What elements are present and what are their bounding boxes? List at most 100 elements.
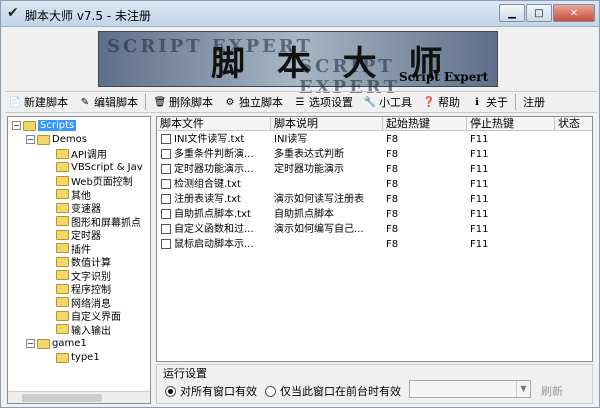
cell-stop-hotkey: F11 — [470, 164, 489, 175]
cell-start-hotkey: F8 — [386, 179, 399, 190]
script-tree[interactable]: − Scripts − Demos API调用 VBScript & Jav Web页面… — [7, 116, 151, 404]
col-script-desc[interactable]: 脚本说明 — [271, 117, 383, 131]
cell-desc: 定时器功能演示 — [274, 164, 344, 175]
tree-node-demo-item[interactable]: 图形和屏幕抓点 — [56, 215, 141, 229]
tree-node-demo-item[interactable]: 变速器 — [56, 201, 101, 215]
close-button[interactable]: ✕ — [553, 4, 595, 22]
table-row[interactable]: 检测组合键.txt F8 F11 — [157, 177, 592, 192]
folder-icon — [56, 216, 69, 226]
list-header: 脚本文件 脚本说明 起始热键 停止热键 状态 — [157, 117, 592, 131]
tree-node-game1[interactable]: − game1 — [26, 337, 87, 350]
options-icon: ☰ — [295, 96, 305, 108]
cell-desc: 演示如何读写注册表 — [274, 194, 364, 205]
row-checkbox[interactable] — [161, 134, 171, 144]
folder-icon — [56, 175, 69, 186]
tree-node-type1[interactable]: type1 — [56, 351, 100, 364]
cell-file: 鼠标启动脚本示... — [174, 239, 254, 250]
help-button[interactable]: ❓ 帮助 — [419, 92, 463, 112]
radio-all-windows[interactable]: 对所有窗口有效 — [165, 383, 257, 399]
row-checkbox[interactable] — [161, 164, 171, 174]
main-window: ✔ 脚本大师 v7.5 - 未注册 ▁ □ ✕ SCRIPT EXPERT SC… — [0, 0, 600, 408]
folder-icon — [56, 324, 69, 334]
tree-node-demo-item[interactable]: VBScript & Jav — [56, 161, 143, 174]
maximize-button[interactable]: □ — [526, 4, 552, 22]
cell-start-hotkey: F8 — [386, 149, 399, 160]
cell-stop-hotkey: F11 — [470, 179, 489, 190]
cell-desc: INI读写 — [274, 134, 308, 145]
delete-script-button[interactable]: 🗑 删除脚本 — [150, 92, 216, 112]
cell-stop-hotkey: F11 — [470, 149, 489, 160]
table-row[interactable]: 定时器功能演示... 定时器功能演示 F8 F11 — [157, 162, 592, 177]
tree-node-demo-item[interactable]: 程序控制 — [56, 282, 111, 296]
row-checkbox[interactable] — [161, 179, 171, 189]
folder-icon — [56, 297, 69, 307]
table-row[interactable]: 鼠标启动脚本示... F8 F11 — [157, 237, 592, 252]
radio-unselected-icon — [265, 385, 276, 397]
cell-stop-hotkey: F11 — [470, 134, 489, 145]
run-settings: 运行设置 对所有窗口有效 仅当此窗口在前台时有效 ▼ 刷新 — [156, 364, 593, 404]
options-button[interactable]: ☰ 选项设置 — [290, 92, 356, 112]
tree-node-demo-item[interactable]: 其他 — [56, 188, 91, 202]
cell-start-hotkey: F8 — [386, 239, 399, 250]
table-row[interactable]: INI文件读写.txt INI读写 F8 F11 — [157, 132, 592, 147]
folder-icon — [37, 134, 50, 145]
cell-stop-hotkey: F11 — [470, 224, 489, 235]
table-row[interactable]: 多重条件判断演... 多重表达式判断 F8 F11 — [157, 147, 592, 162]
table-row[interactable]: 自定义函数和过... 演示如何编写自己... F8 F11 — [157, 222, 592, 237]
new-script-button[interactable]: 📄 新建脚本 — [5, 92, 71, 112]
tree-node-demo-item[interactable]: 数值计算 — [56, 255, 111, 269]
window-select[interactable]: ▼ — [409, 380, 531, 398]
about-button[interactable]: ℹ 关于 — [467, 92, 511, 112]
folder-icon — [56, 162, 69, 172]
cell-file: 自助抓点脚本.txt — [174, 209, 251, 220]
tools-icon: 🔧 — [363, 96, 377, 108]
folder-icon — [56, 243, 69, 253]
cell-start-hotkey: F8 — [386, 134, 399, 145]
tools-button[interactable]: 🔧 小工具 — [360, 92, 415, 112]
collapse-icon[interactable]: − — [26, 135, 35, 144]
col-status[interactable]: 状态 — [555, 117, 592, 131]
row-checkbox[interactable] — [161, 224, 171, 234]
cell-start-hotkey: F8 — [386, 209, 399, 220]
cell-start-hotkey: F8 — [386, 194, 399, 205]
window-title: 脚本大师 v7.5 - 未注册 — [25, 9, 151, 23]
tree-node-demo-item[interactable]: 文字识别 — [56, 269, 111, 283]
folder-icon — [56, 148, 69, 159]
row-checkbox[interactable] — [161, 149, 171, 159]
tree-node-demo-item[interactable]: 网络消息 — [56, 296, 111, 310]
radio-foreground-only[interactable]: 仅当此窗口在前台时有效 — [265, 383, 401, 399]
tree-horizontal-scrollbar[interactable] — [8, 391, 150, 403]
toolbar: 📄 新建脚本 ✎ 编辑脚本 🗑 删除脚本 ⚙ 独立脚本 ☰ 选项设置 🔧 小工具 ❓ 帮助 ℹ… — [5, 91, 597, 113]
table-row[interactable]: 注册表读写.txt 演示如何读写注册表 F8 F11 — [157, 192, 592, 207]
cell-desc: 多重表达式判断 — [274, 149, 344, 160]
tree-node-demo-item[interactable]: 插件 — [56, 242, 91, 256]
col-start-hotkey[interactable]: 起始热键 — [383, 117, 467, 131]
tree-root[interactable]: − Scripts — [12, 119, 77, 132]
folder-icon — [56, 352, 69, 363]
col-script-file[interactable]: 脚本文件 — [157, 117, 271, 131]
tree-node-demo-item[interactable]: 自定义界面 — [56, 309, 121, 323]
folder-icon — [56, 283, 69, 294]
tree-node-demo-item[interactable]: 定时器 — [56, 228, 101, 242]
table-row[interactable]: 自助抓点脚本.txt 自助抓点脚本 F8 F11 — [157, 207, 592, 222]
row-checkbox[interactable] — [161, 239, 171, 249]
tree-node-demo-item[interactable]: API调用 — [56, 147, 107, 161]
register-button[interactable]: 注册 — [520, 92, 548, 112]
about-icon: ℹ — [475, 96, 479, 108]
standalone-script-button[interactable]: ⚙ 独立脚本 — [220, 92, 286, 112]
row-checkbox[interactable] — [161, 194, 171, 204]
tree-node-demos[interactable]: − Demos — [26, 133, 87, 146]
script-list[interactable]: 脚本文件 脚本说明 起始热键 停止热键 状态 INI文件读写.txt INI读写 F… — [156, 116, 593, 362]
title-bar: ✔ 脚本大师 v7.5 - 未注册 ▁ □ ✕ — [1, 1, 599, 27]
tree-node-demo-item[interactable]: 输入输出 — [56, 323, 111, 337]
edit-script-button[interactable]: ✎ 编辑脚本 — [75, 92, 141, 112]
collapse-icon[interactable]: − — [12, 121, 21, 130]
col-stop-hotkey[interactable]: 停止热键 — [467, 117, 555, 131]
refresh-button[interactable]: 刷新 — [541, 383, 563, 399]
cell-file: 定时器功能演示... — [174, 164, 254, 175]
tree-node-demo-item[interactable]: Web页面控制 — [56, 174, 133, 188]
minimize-button[interactable]: ▁ — [499, 4, 525, 22]
folder-icon — [56, 202, 69, 213]
row-checkbox[interactable] — [161, 209, 171, 219]
collapse-icon[interactable]: − — [26, 339, 35, 348]
